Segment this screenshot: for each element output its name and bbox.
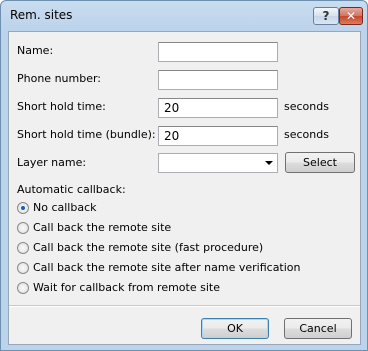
radio-label: Call back the remote site (fast procedur… bbox=[33, 241, 264, 254]
layer-name-label: Layer name: bbox=[17, 156, 87, 169]
dialog-window: Rem. sites ? ✕ Name: Phone number: Short… bbox=[0, 0, 368, 351]
short-hold-time-label: Short hold time: bbox=[17, 100, 106, 113]
short-hold-time-unit: seconds bbox=[284, 100, 329, 113]
radio-button[interactable] bbox=[17, 222, 29, 234]
close-icon: ✕ bbox=[345, 9, 357, 23]
close-button[interactable]: ✕ bbox=[339, 7, 363, 25]
callback-heading: Automatic callback: bbox=[17, 183, 126, 196]
name-field[interactable] bbox=[158, 42, 278, 62]
radio-button[interactable] bbox=[17, 262, 29, 274]
layer-name-combobox[interactable] bbox=[158, 153, 278, 173]
cancel-button[interactable]: Cancel bbox=[284, 318, 352, 339]
help-button[interactable]: ? bbox=[313, 7, 339, 25]
short-hold-time-bundle-label: Short hold time (bundle): bbox=[17, 128, 156, 141]
name-label: Name: bbox=[17, 44, 54, 57]
footer-divider bbox=[9, 305, 360, 307]
radio-button-checked[interactable] bbox=[17, 202, 29, 214]
radio-label: Call back the remote site bbox=[33, 221, 172, 234]
phone-number-field[interactable] bbox=[158, 70, 278, 90]
ok-button[interactable]: OK bbox=[201, 318, 269, 339]
window-title: Rem. sites bbox=[10, 8, 73, 22]
radio-button[interactable] bbox=[17, 282, 29, 294]
radio-button[interactable] bbox=[17, 242, 29, 254]
chevron-down-icon[interactable] bbox=[265, 161, 273, 165]
phone-number-label: Phone number: bbox=[17, 72, 102, 85]
radio-label: Wait for callback from remote site bbox=[33, 281, 220, 294]
dialog-content: Name: Phone number: Short hold time: 20 … bbox=[8, 31, 361, 345]
short-hold-time-bundle-unit: seconds bbox=[284, 128, 329, 141]
radio-label: No callback bbox=[33, 201, 97, 214]
help-icon: ? bbox=[322, 9, 330, 23]
radio-label: Call back the remote site after name ver… bbox=[33, 261, 301, 274]
title-bar[interactable]: Rem. sites ? ✕ bbox=[1, 1, 367, 31]
short-hold-time-bundle-field[interactable]: 20 bbox=[158, 126, 278, 146]
short-hold-time-field[interactable]: 20 bbox=[158, 98, 278, 118]
select-layer-button[interactable]: Select bbox=[285, 152, 355, 173]
